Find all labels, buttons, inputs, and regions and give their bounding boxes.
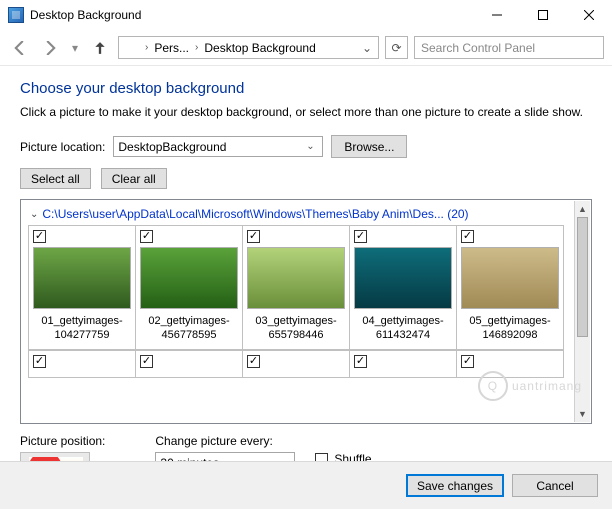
cancel-label: Cancel: [536, 479, 573, 493]
picture-location-value: DesktopBackground: [118, 140, 302, 154]
select-all-button[interactable]: Select all: [20, 168, 91, 189]
position-preview[interactable]: [20, 452, 90, 461]
cancel-button[interactable]: Cancel: [512, 474, 598, 497]
address-dropdown-icon[interactable]: ⌄: [358, 41, 376, 55]
picture-item[interactable]: 01_gettyimages-104277759: [28, 225, 136, 350]
page-subtext: Click a picture to make it your desktop …: [20, 105, 592, 119]
group-path: C:\Users\user\AppData\Local\Microsoft\Wi…: [42, 207, 468, 221]
picture-checkbox[interactable]: [247, 355, 260, 368]
picture-caption: 05_gettyimages-146892098: [461, 315, 559, 343]
scroll-thumb[interactable]: [577, 217, 588, 337]
picture-checkbox[interactable]: [354, 355, 367, 368]
picture-thumbnail[interactable]: [354, 247, 452, 309]
picture-location-label: Picture location:: [20, 140, 105, 154]
chevron-right-icon[interactable]: ›: [193, 42, 200, 53]
change-every-combo[interactable]: 30 minutes ⌄: [155, 452, 295, 461]
maximize-button[interactable]: [520, 0, 566, 30]
picture-item[interactable]: [242, 350, 350, 378]
browse-label: Browse...: [344, 140, 394, 154]
picture-item[interactable]: [135, 350, 243, 378]
select-all-label: Select all: [31, 172, 80, 186]
picture-checkbox[interactable]: [354, 230, 367, 243]
picture-item[interactable]: 03_gettyimages-655798446: [242, 225, 350, 350]
picture-item[interactable]: [349, 350, 457, 378]
picture-checkbox[interactable]: [247, 230, 260, 243]
picture-checkbox[interactable]: [33, 230, 46, 243]
picture-item[interactable]: 02_gettyimages-456778595: [135, 225, 243, 350]
close-button[interactable]: [566, 0, 612, 30]
save-changes-button[interactable]: Save changes: [406, 474, 504, 497]
picture-position-label: Picture position:: [20, 434, 105, 448]
picture-checkbox[interactable]: [461, 355, 474, 368]
picture-item[interactable]: [456, 350, 564, 378]
footer-bar: Save changes Cancel: [0, 461, 612, 509]
picture-item[interactable]: [28, 350, 136, 378]
expand-icon: ⌄: [30, 209, 38, 220]
picture-checkbox[interactable]: [461, 230, 474, 243]
group-header[interactable]: ⌄ C:\Users\user\AppData\Local\Microsoft\…: [22, 201, 574, 225]
scroll-down-icon[interactable]: ▼: [575, 406, 590, 422]
forward-button[interactable]: [38, 36, 62, 60]
window-title: Desktop Background: [30, 8, 474, 22]
shuffle-label: Shuffle: [334, 452, 371, 461]
vertical-scrollbar[interactable]: ▲ ▼: [574, 201, 590, 422]
shuffle-checkbox[interactable]: Shuffle: [315, 452, 371, 461]
search-box[interactable]: [414, 36, 604, 59]
picture-caption: 03_gettyimages-655798446: [247, 315, 345, 343]
checkbox-icon: [315, 453, 328, 462]
recent-dropdown-icon[interactable]: ▾: [68, 36, 82, 60]
picture-checkbox[interactable]: [140, 355, 153, 368]
picture-thumbnail[interactable]: [33, 247, 131, 309]
change-every-label: Change picture every:: [155, 434, 295, 448]
browse-button[interactable]: Browse...: [331, 135, 407, 158]
address-bar[interactable]: › Pers... › Desktop Background ⌄: [118, 36, 379, 59]
picture-checkbox[interactable]: [140, 230, 153, 243]
picture-caption: 01_gettyimages-104277759: [33, 315, 131, 343]
search-input[interactable]: [421, 41, 597, 55]
save-label: Save changes: [417, 479, 493, 493]
chevron-down-icon: ⌄: [302, 141, 318, 152]
picture-caption: 02_gettyimages-456778595: [140, 315, 238, 343]
page-heading: Choose your desktop background: [20, 80, 592, 97]
picture-thumbnail[interactable]: [461, 247, 559, 309]
title-bar: Desktop Background: [0, 0, 612, 30]
up-button[interactable]: [88, 36, 112, 60]
content-area: Choose your desktop background Click a p…: [0, 66, 612, 461]
address-icon: [121, 37, 143, 58]
picture-caption: 04_gettyimages-611432474: [354, 315, 452, 343]
back-button[interactable]: [8, 36, 32, 60]
refresh-button[interactable]: ⟳: [385, 36, 408, 59]
picture-thumbnail[interactable]: [140, 247, 238, 309]
app-icon: [8, 7, 24, 23]
clear-all-button[interactable]: Clear all: [101, 168, 167, 189]
picture-item[interactable]: 04_gettyimages-611432474: [349, 225, 457, 350]
breadcrumb-1[interactable]: Pers...: [150, 37, 193, 58]
clear-all-label: Clear all: [112, 172, 156, 186]
picture-checkbox[interactable]: [33, 355, 46, 368]
picture-list: ⌄ C:\Users\user\AppData\Local\Microsoft\…: [20, 199, 592, 424]
picture-location-combo[interactable]: DesktopBackground ⌄: [113, 136, 323, 157]
minimize-button[interactable]: [474, 0, 520, 30]
picture-thumbnail[interactable]: [247, 247, 345, 309]
breadcrumb-2[interactable]: Desktop Background: [200, 37, 319, 58]
picture-item[interactable]: 05_gettyimages-146892098: [456, 225, 564, 350]
chevron-right-icon[interactable]: ›: [143, 42, 150, 53]
scroll-up-icon[interactable]: ▲: [575, 201, 590, 217]
nav-row: ▾ › Pers... › Desktop Background ⌄ ⟳: [0, 30, 612, 66]
